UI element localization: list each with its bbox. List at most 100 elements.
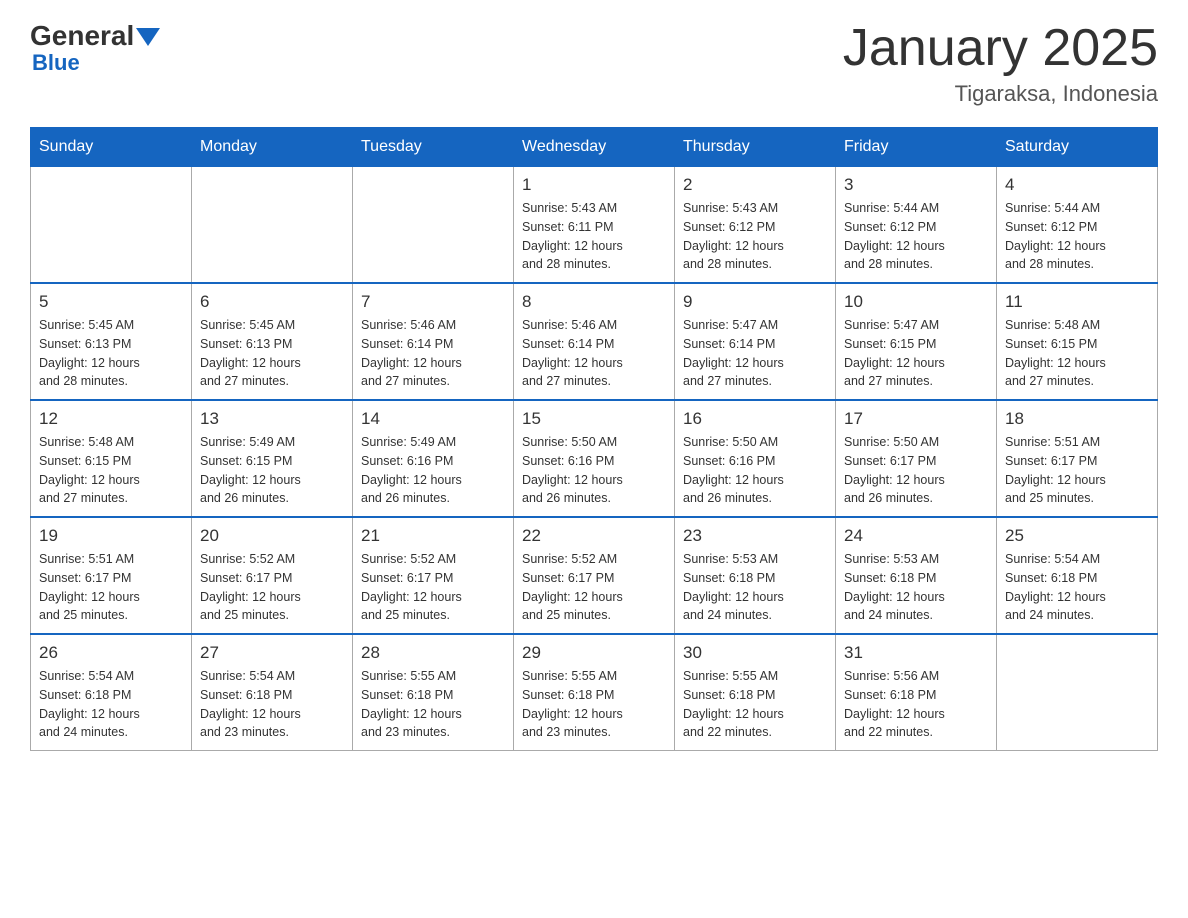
- day-info: Sunrise: 5:50 AM Sunset: 6:16 PM Dayligh…: [522, 433, 666, 508]
- day-info: Sunrise: 5:54 AM Sunset: 6:18 PM Dayligh…: [39, 667, 183, 742]
- logo-area: General Blue: [30, 20, 160, 76]
- calendar-cell: 30Sunrise: 5:55 AM Sunset: 6:18 PM Dayli…: [675, 634, 836, 751]
- day-info: Sunrise: 5:49 AM Sunset: 6:15 PM Dayligh…: [200, 433, 344, 508]
- day-info: Sunrise: 5:55 AM Sunset: 6:18 PM Dayligh…: [361, 667, 505, 742]
- day-info: Sunrise: 5:52 AM Sunset: 6:17 PM Dayligh…: [522, 550, 666, 625]
- day-number: 27: [200, 643, 344, 663]
- day-number: 25: [1005, 526, 1149, 546]
- day-number: 8: [522, 292, 666, 312]
- day-info: Sunrise: 5:52 AM Sunset: 6:17 PM Dayligh…: [361, 550, 505, 625]
- calendar-cell: 11Sunrise: 5:48 AM Sunset: 6:15 PM Dayli…: [997, 283, 1158, 400]
- day-number: 29: [522, 643, 666, 663]
- day-number: 31: [844, 643, 988, 663]
- day-number: 24: [844, 526, 988, 546]
- calendar-cell: 5 Sunrise: 5:45 AM Sunset: 6:13 PM Daylig…: [31, 283, 192, 400]
- month-title: January 2025: [843, 20, 1158, 77]
- day-info: Sunrise: 5:45 AM Sunset: 6:13 PM Dayligh…: [39, 316, 183, 391]
- calendar-cell: 25 Sunrise: 5:54 AM Sunset: 6:18 PM Dayli…: [997, 517, 1158, 634]
- calendar-cell: 17 Sunrise: 5:50 AM Sunset: 6:17 PM Dayli…: [836, 400, 997, 517]
- calendar-cell: 31 Sunrise: 5:56 AM Sunset: 6:18 PM Dayli…: [836, 634, 997, 751]
- day-number: 17: [844, 409, 988, 429]
- calendar-cell: 14 Sunrise: 5:49 AM Sunset: 6:16 PM Dayli…: [353, 400, 514, 517]
- day-number: 11: [1005, 292, 1149, 312]
- logo-general-text: General: [30, 20, 134, 52]
- day-number: 4: [1005, 175, 1149, 195]
- day-info: Sunrise: 5:44 AM Sunset: 6:12 PM Dayligh…: [844, 199, 988, 274]
- calendar-cell: 23Sunrise: 5:53 AM Sunset: 6:18 PM Dayli…: [675, 517, 836, 634]
- calendar-cell: 10 Sunrise: 5:47 AM Sunset: 6:15 PM Dayli…: [836, 283, 997, 400]
- day-number: 30: [683, 643, 827, 663]
- calendar-cell: [31, 167, 192, 284]
- calendar-cell: 4 Sunrise: 5:44 AM Sunset: 6:12 PM Daylig…: [997, 167, 1158, 284]
- calendar-table: Sunday Monday Tuesday Wednesday Thursday…: [30, 127, 1158, 751]
- calendar-week-4: 19 Sunrise: 5:51 AM Sunset: 6:17 PM Dayli…: [31, 517, 1158, 634]
- page-header: General Blue January 2025 Tigaraksa, Ind…: [30, 20, 1158, 107]
- day-info: Sunrise: 5:46 AM Sunset: 6:14 PM Dayligh…: [522, 316, 666, 391]
- day-info: Sunrise: 5:43 AM Sunset: 6:12 PM Dayligh…: [683, 199, 827, 274]
- day-number: 14: [361, 409, 505, 429]
- day-number: 19: [39, 526, 183, 546]
- calendar-cell: 12 Sunrise: 5:48 AM Sunset: 6:15 PM Dayli…: [31, 400, 192, 517]
- day-number: 26: [39, 643, 183, 663]
- calendar-cell: 8 Sunrise: 5:46 AM Sunset: 6:14 PM Daylig…: [514, 283, 675, 400]
- calendar-cell: [997, 634, 1158, 751]
- day-info: Sunrise: 5:54 AM Sunset: 6:18 PM Dayligh…: [200, 667, 344, 742]
- col-sunday: Sunday: [31, 128, 192, 167]
- day-info: Sunrise: 5:43 AM Sunset: 6:11 PM Dayligh…: [522, 199, 666, 274]
- day-number: 2: [683, 175, 827, 195]
- calendar-cell: 3 Sunrise: 5:44 AM Sunset: 6:12 PM Daylig…: [836, 167, 997, 284]
- calendar-week-5: 26 Sunrise: 5:54 AM Sunset: 6:18 PM Dayli…: [31, 634, 1158, 751]
- calendar-cell: 28Sunrise: 5:55 AM Sunset: 6:18 PM Dayli…: [353, 634, 514, 751]
- day-number: 6: [200, 292, 344, 312]
- day-info: Sunrise: 5:50 AM Sunset: 6:17 PM Dayligh…: [844, 433, 988, 508]
- day-info: Sunrise: 5:56 AM Sunset: 6:18 PM Dayligh…: [844, 667, 988, 742]
- day-number: 10: [844, 292, 988, 312]
- title-area: January 2025 Tigaraksa, Indonesia: [843, 20, 1158, 107]
- calendar-cell: 15Sunrise: 5:50 AM Sunset: 6:16 PM Dayli…: [514, 400, 675, 517]
- day-info: Sunrise: 5:55 AM Sunset: 6:18 PM Dayligh…: [522, 667, 666, 742]
- calendar-week-1: 1Sunrise: 5:43 AM Sunset: 6:11 PM Daylig…: [31, 167, 1158, 284]
- calendar-cell: 2 Sunrise: 5:43 AM Sunset: 6:12 PM Daylig…: [675, 167, 836, 284]
- calendar-cell: 27 Sunrise: 5:54 AM Sunset: 6:18 PM Dayli…: [192, 634, 353, 751]
- day-info: Sunrise: 5:48 AM Sunset: 6:15 PM Dayligh…: [39, 433, 183, 508]
- col-thursday: Thursday: [675, 128, 836, 167]
- calendar-cell: 24Sunrise: 5:53 AM Sunset: 6:18 PM Dayli…: [836, 517, 997, 634]
- calendar-cell: 7Sunrise: 5:46 AM Sunset: 6:14 PM Daylig…: [353, 283, 514, 400]
- day-info: Sunrise: 5:49 AM Sunset: 6:16 PM Dayligh…: [361, 433, 505, 508]
- calendar-cell: 21 Sunrise: 5:52 AM Sunset: 6:17 PM Dayli…: [353, 517, 514, 634]
- calendar-cell: 26 Sunrise: 5:54 AM Sunset: 6:18 PM Dayli…: [31, 634, 192, 751]
- location-text: Tigaraksa, Indonesia: [843, 81, 1158, 107]
- col-saturday: Saturday: [997, 128, 1158, 167]
- calendar-cell: 13Sunrise: 5:49 AM Sunset: 6:15 PM Dayli…: [192, 400, 353, 517]
- col-wednesday: Wednesday: [514, 128, 675, 167]
- day-info: Sunrise: 5:51 AM Sunset: 6:17 PM Dayligh…: [39, 550, 183, 625]
- calendar-cell: 1Sunrise: 5:43 AM Sunset: 6:11 PM Daylig…: [514, 167, 675, 284]
- col-tuesday: Tuesday: [353, 128, 514, 167]
- calendar-cell: 16 Sunrise: 5:50 AM Sunset: 6:16 PM Dayli…: [675, 400, 836, 517]
- calendar-cell: [192, 167, 353, 284]
- day-number: 21: [361, 526, 505, 546]
- day-number: 3: [844, 175, 988, 195]
- day-number: 22: [522, 526, 666, 546]
- day-info: Sunrise: 5:50 AM Sunset: 6:16 PM Dayligh…: [683, 433, 827, 508]
- day-number: 20: [200, 526, 344, 546]
- calendar-cell: 20 Sunrise: 5:52 AM Sunset: 6:17 PM Dayli…: [192, 517, 353, 634]
- day-info: Sunrise: 5:53 AM Sunset: 6:18 PM Dayligh…: [683, 550, 827, 625]
- calendar-week-2: 5 Sunrise: 5:45 AM Sunset: 6:13 PM Daylig…: [31, 283, 1158, 400]
- day-info: Sunrise: 5:54 AM Sunset: 6:18 PM Dayligh…: [1005, 550, 1149, 625]
- col-friday: Friday: [836, 128, 997, 167]
- day-number: 5: [39, 292, 183, 312]
- calendar-cell: 22 Sunrise: 5:52 AM Sunset: 6:17 PM Dayli…: [514, 517, 675, 634]
- day-number: 16: [683, 409, 827, 429]
- calendar-cell: 29 Sunrise: 5:55 AM Sunset: 6:18 PM Dayli…: [514, 634, 675, 751]
- day-number: 12: [39, 409, 183, 429]
- day-number: 7: [361, 292, 505, 312]
- day-info: Sunrise: 5:51 AM Sunset: 6:17 PM Dayligh…: [1005, 433, 1149, 508]
- day-info: Sunrise: 5:47 AM Sunset: 6:14 PM Dayligh…: [683, 316, 827, 391]
- day-info: Sunrise: 5:47 AM Sunset: 6:15 PM Dayligh…: [844, 316, 988, 391]
- day-info: Sunrise: 5:52 AM Sunset: 6:17 PM Dayligh…: [200, 550, 344, 625]
- calendar-week-3: 12 Sunrise: 5:48 AM Sunset: 6:15 PM Dayli…: [31, 400, 1158, 517]
- calendar-cell: [353, 167, 514, 284]
- day-info: Sunrise: 5:44 AM Sunset: 6:12 PM Dayligh…: [1005, 199, 1149, 274]
- header-row: Sunday Monday Tuesday Wednesday Thursday…: [31, 128, 1158, 167]
